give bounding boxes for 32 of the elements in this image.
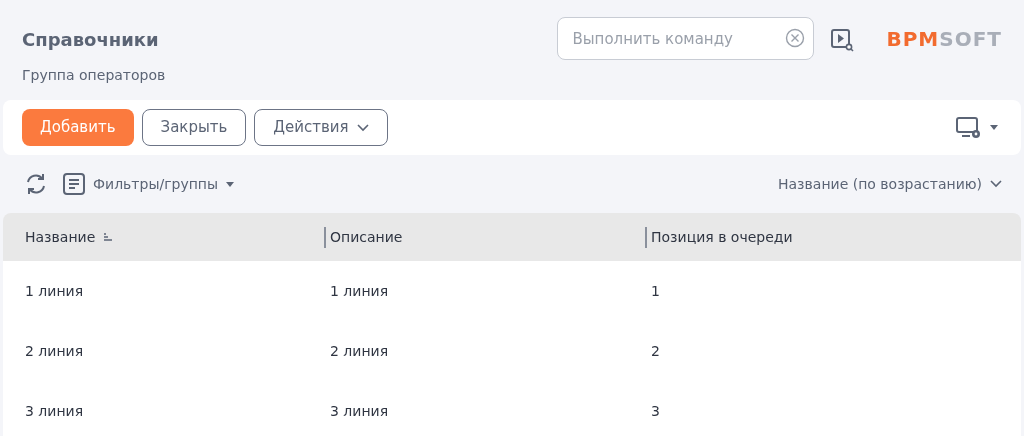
sort-icon[interactable] [103,232,114,242]
command-field[interactable]: Выполнить команду [557,17,815,60]
refresh-icon[interactable] [25,173,47,195]
logo: BPMSOFT [886,26,1002,53]
table-cell: 3 линия [25,402,84,419]
display-settings-icon[interactable] [956,115,982,140]
sort-dropdown[interactable]: Название (по возрастанию) [778,173,1002,195]
column-header[interactable]: Позиция в очереди [645,226,793,248]
chevron-down-icon [990,180,1002,188]
table-cell: 3 [651,402,660,419]
close-button[interactable]: Закрыть [141,109,247,146]
chevron-down-icon [356,123,369,132]
caret-icon [226,181,235,187]
list-icon [63,173,85,195]
actions-button[interactable]: Действия [254,109,388,146]
table-cell: 2 [651,342,660,359]
table-cell: 1 линия [330,282,389,299]
table-cell: 3 линия [330,402,389,419]
filters-label: Фильтры/группы [93,174,219,194]
table-cell: 1 [651,282,660,299]
page-subtitle: Группа операторов [22,66,166,85]
sort-label: Название (по возрастанию) [778,174,982,194]
filters-button[interactable]: Фильтры/группы [63,173,235,195]
column-header[interactable]: Описание [324,226,403,248]
page-title: Справочники [22,28,160,52]
table-cell: 2 линия [330,342,389,359]
clear-icon[interactable] [785,28,806,48]
table-cell: 1 линия [25,282,84,299]
table-cell: 2 линия [25,342,84,359]
column-header[interactable]: Название [25,226,96,248]
play-search-icon[interactable] [830,28,855,52]
caret-icon[interactable] [990,125,998,130]
